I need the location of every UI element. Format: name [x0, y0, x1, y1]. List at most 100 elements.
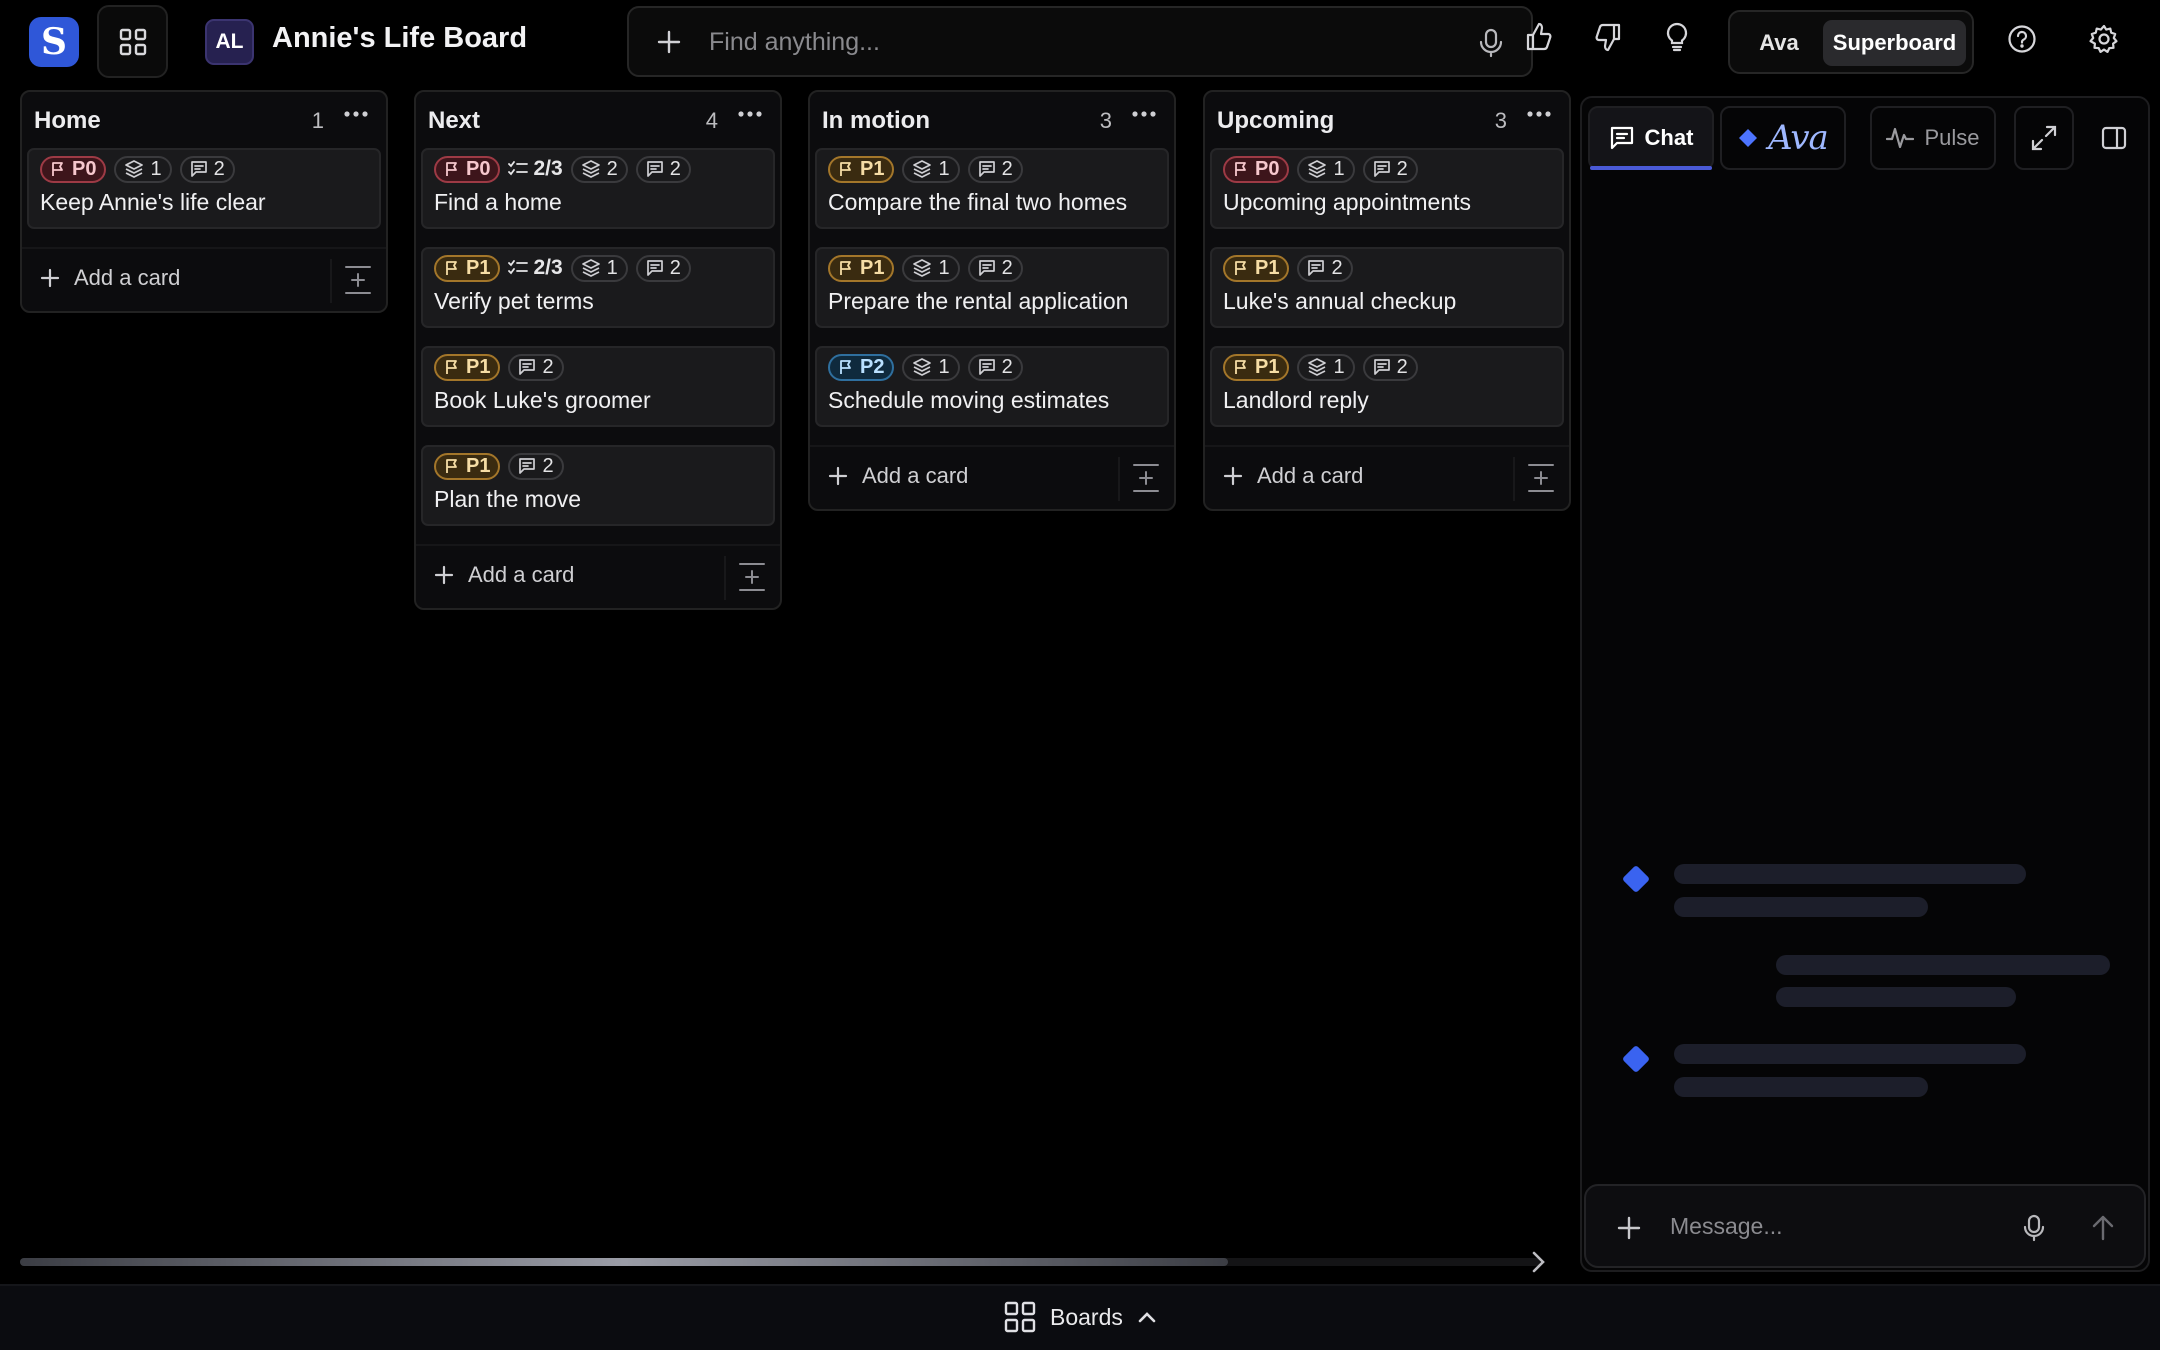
more-icon[interactable]: [1527, 110, 1551, 118]
comment-icon: [518, 358, 536, 376]
flag-icon: [444, 161, 460, 177]
message-input[interactable]: [1670, 1206, 2000, 1246]
card-badges: P1 1 2: [828, 254, 1023, 282]
column-title[interactable]: Home: [34, 107, 101, 135]
task-card[interactable]: P1 2/3 1 2 Verify pet terms: [421, 247, 775, 328]
expand-button[interactable]: [2014, 106, 2074, 170]
comment-icon: [646, 160, 664, 178]
priority-label: P0: [466, 157, 491, 180]
thumbs-down-icon[interactable]: [1592, 22, 1622, 52]
boards-grid-icon: [1004, 1301, 1036, 1333]
priority-label: P1: [860, 256, 885, 279]
task-card[interactable]: P0 1 2 Keep Annie's life clear: [27, 148, 381, 229]
task-card[interactable]: P1 2 Plan the move: [421, 445, 775, 526]
task-card[interactable]: P2 1 2 Schedule moving estimates: [815, 346, 1169, 427]
priority-label: P1: [860, 157, 885, 180]
board-title[interactable]: Annie's Life Board: [272, 22, 527, 55]
column-footer: Add a card: [1205, 445, 1569, 509]
boards-button[interactable]: Boards: [1004, 1301, 1157, 1333]
toggle-ava[interactable]: Ava: [1738, 20, 1820, 66]
plus-icon: [434, 565, 454, 585]
toggle-superboard[interactable]: Superboard: [1823, 20, 1966, 66]
tab-pulse[interactable]: Pulse: [1870, 106, 1996, 170]
column-title[interactable]: Next: [428, 107, 480, 135]
add-card-button[interactable]: Add a card: [434, 562, 574, 588]
search-input[interactable]: [709, 22, 1429, 62]
more-icon[interactable]: [1132, 110, 1156, 118]
ava-diamond-icon: [1738, 128, 1758, 148]
mic-icon[interactable]: [2022, 1214, 2046, 1242]
more-icon[interactable]: [738, 110, 762, 118]
task-card[interactable]: P0 1 2 Upcoming appointments: [1210, 148, 1564, 229]
sidebar-toggle-button[interactable]: [2084, 106, 2144, 170]
user-avatar[interactable]: AL: [205, 19, 254, 65]
flag-icon: [838, 161, 854, 177]
subitems-count: 1: [938, 157, 950, 180]
comments-badge: 2: [635, 155, 691, 183]
column-title[interactable]: Upcoming: [1217, 107, 1334, 135]
layers-icon: [912, 358, 932, 376]
chevron-right-icon[interactable]: [1528, 1250, 1548, 1274]
comment-icon: [518, 457, 536, 475]
send-icon[interactable]: [2090, 1214, 2116, 1242]
flag-icon: [50, 161, 66, 177]
task-card[interactable]: P1 2 Book Luke's groomer: [421, 346, 775, 427]
search-bar[interactable]: [627, 6, 1533, 77]
chat-icon: [1609, 125, 1635, 151]
collapse-icon[interactable]: [344, 265, 372, 295]
more-icon[interactable]: [344, 110, 368, 118]
loading-line: [1674, 864, 2026, 884]
thumbs-up-icon[interactable]: [1526, 22, 1552, 52]
comments-count: 2: [669, 157, 681, 180]
column-footer: Add a card: [810, 445, 1174, 509]
collapse-icon[interactable]: [1527, 463, 1555, 493]
task-card[interactable]: P1 2 Luke's annual checkup: [1210, 247, 1564, 328]
task-card[interactable]: P1 1 2 Prepare the rental application: [815, 247, 1169, 328]
add-card-button[interactable]: Add a card: [828, 463, 968, 489]
task-card[interactable]: P1 1 2 Compare the final two homes: [815, 148, 1169, 229]
gear-icon[interactable]: [2089, 24, 2119, 54]
card-badges: P1 2/3 1 2: [434, 254, 691, 282]
lightbulb-icon[interactable]: [1664, 22, 1690, 52]
card-badges: P1 2: [1223, 254, 1353, 282]
apps-grid-button[interactable]: [97, 5, 168, 78]
bottom-bar: Boards: [0, 1284, 2160, 1350]
layers-icon: [1307, 160, 1327, 178]
comments-badge: 2: [1362, 353, 1418, 381]
collapse-icon[interactable]: [1132, 463, 1160, 493]
add-card-button[interactable]: Add a card: [1223, 463, 1363, 489]
subitems-count: 2: [606, 157, 618, 180]
loading-line: [1674, 1044, 2026, 1064]
checklist-progress: 2/3: [508, 256, 563, 280]
add-card-button[interactable]: Add a card: [40, 265, 180, 291]
tab-chat[interactable]: Chat: [1588, 106, 1714, 170]
checklist-count: 2/3: [533, 157, 563, 180]
collapse-icon[interactable]: [738, 562, 766, 592]
mode-toggle: Ava Superboard: [1728, 10, 1974, 74]
comments-count: 2: [1331, 256, 1343, 279]
comments-count: 2: [1396, 157, 1408, 180]
assistant-panel: Chat Ava Pulse: [1580, 96, 2150, 1272]
task-card[interactable]: P1 1 2 Landlord reply: [1210, 346, 1564, 427]
priority-badge: P0: [1223, 155, 1290, 183]
card-badges: P1 2: [434, 452, 564, 480]
task-card[interactable]: P0 2/3 2 2 Find a home: [421, 148, 775, 229]
attach-plus-icon[interactable]: [1616, 1215, 1642, 1241]
mic-icon[interactable]: [1477, 28, 1505, 58]
priority-label: P0: [1255, 157, 1280, 180]
horizontal-scrollbar[interactable]: [20, 1258, 1540, 1266]
subitems-count: 1: [1333, 157, 1345, 180]
card-badges: P0 1 2: [40, 155, 235, 183]
flag-icon: [838, 260, 854, 276]
column-title[interactable]: In motion: [822, 107, 930, 135]
priority-label: P1: [466, 454, 491, 477]
scrollbar-thumb[interactable]: [20, 1258, 1228, 1266]
app-logo[interactable]: S: [29, 17, 79, 67]
subitems-badge: 2: [570, 155, 628, 183]
plus-icon[interactable]: [655, 28, 683, 56]
column-card-count: 1: [311, 108, 324, 133]
comments-badge: 2: [967, 353, 1023, 381]
tab-ava[interactable]: Ava: [1720, 106, 1846, 170]
help-icon[interactable]: [2007, 24, 2037, 54]
card-title: Luke's annual checkup: [1223, 288, 1457, 314]
